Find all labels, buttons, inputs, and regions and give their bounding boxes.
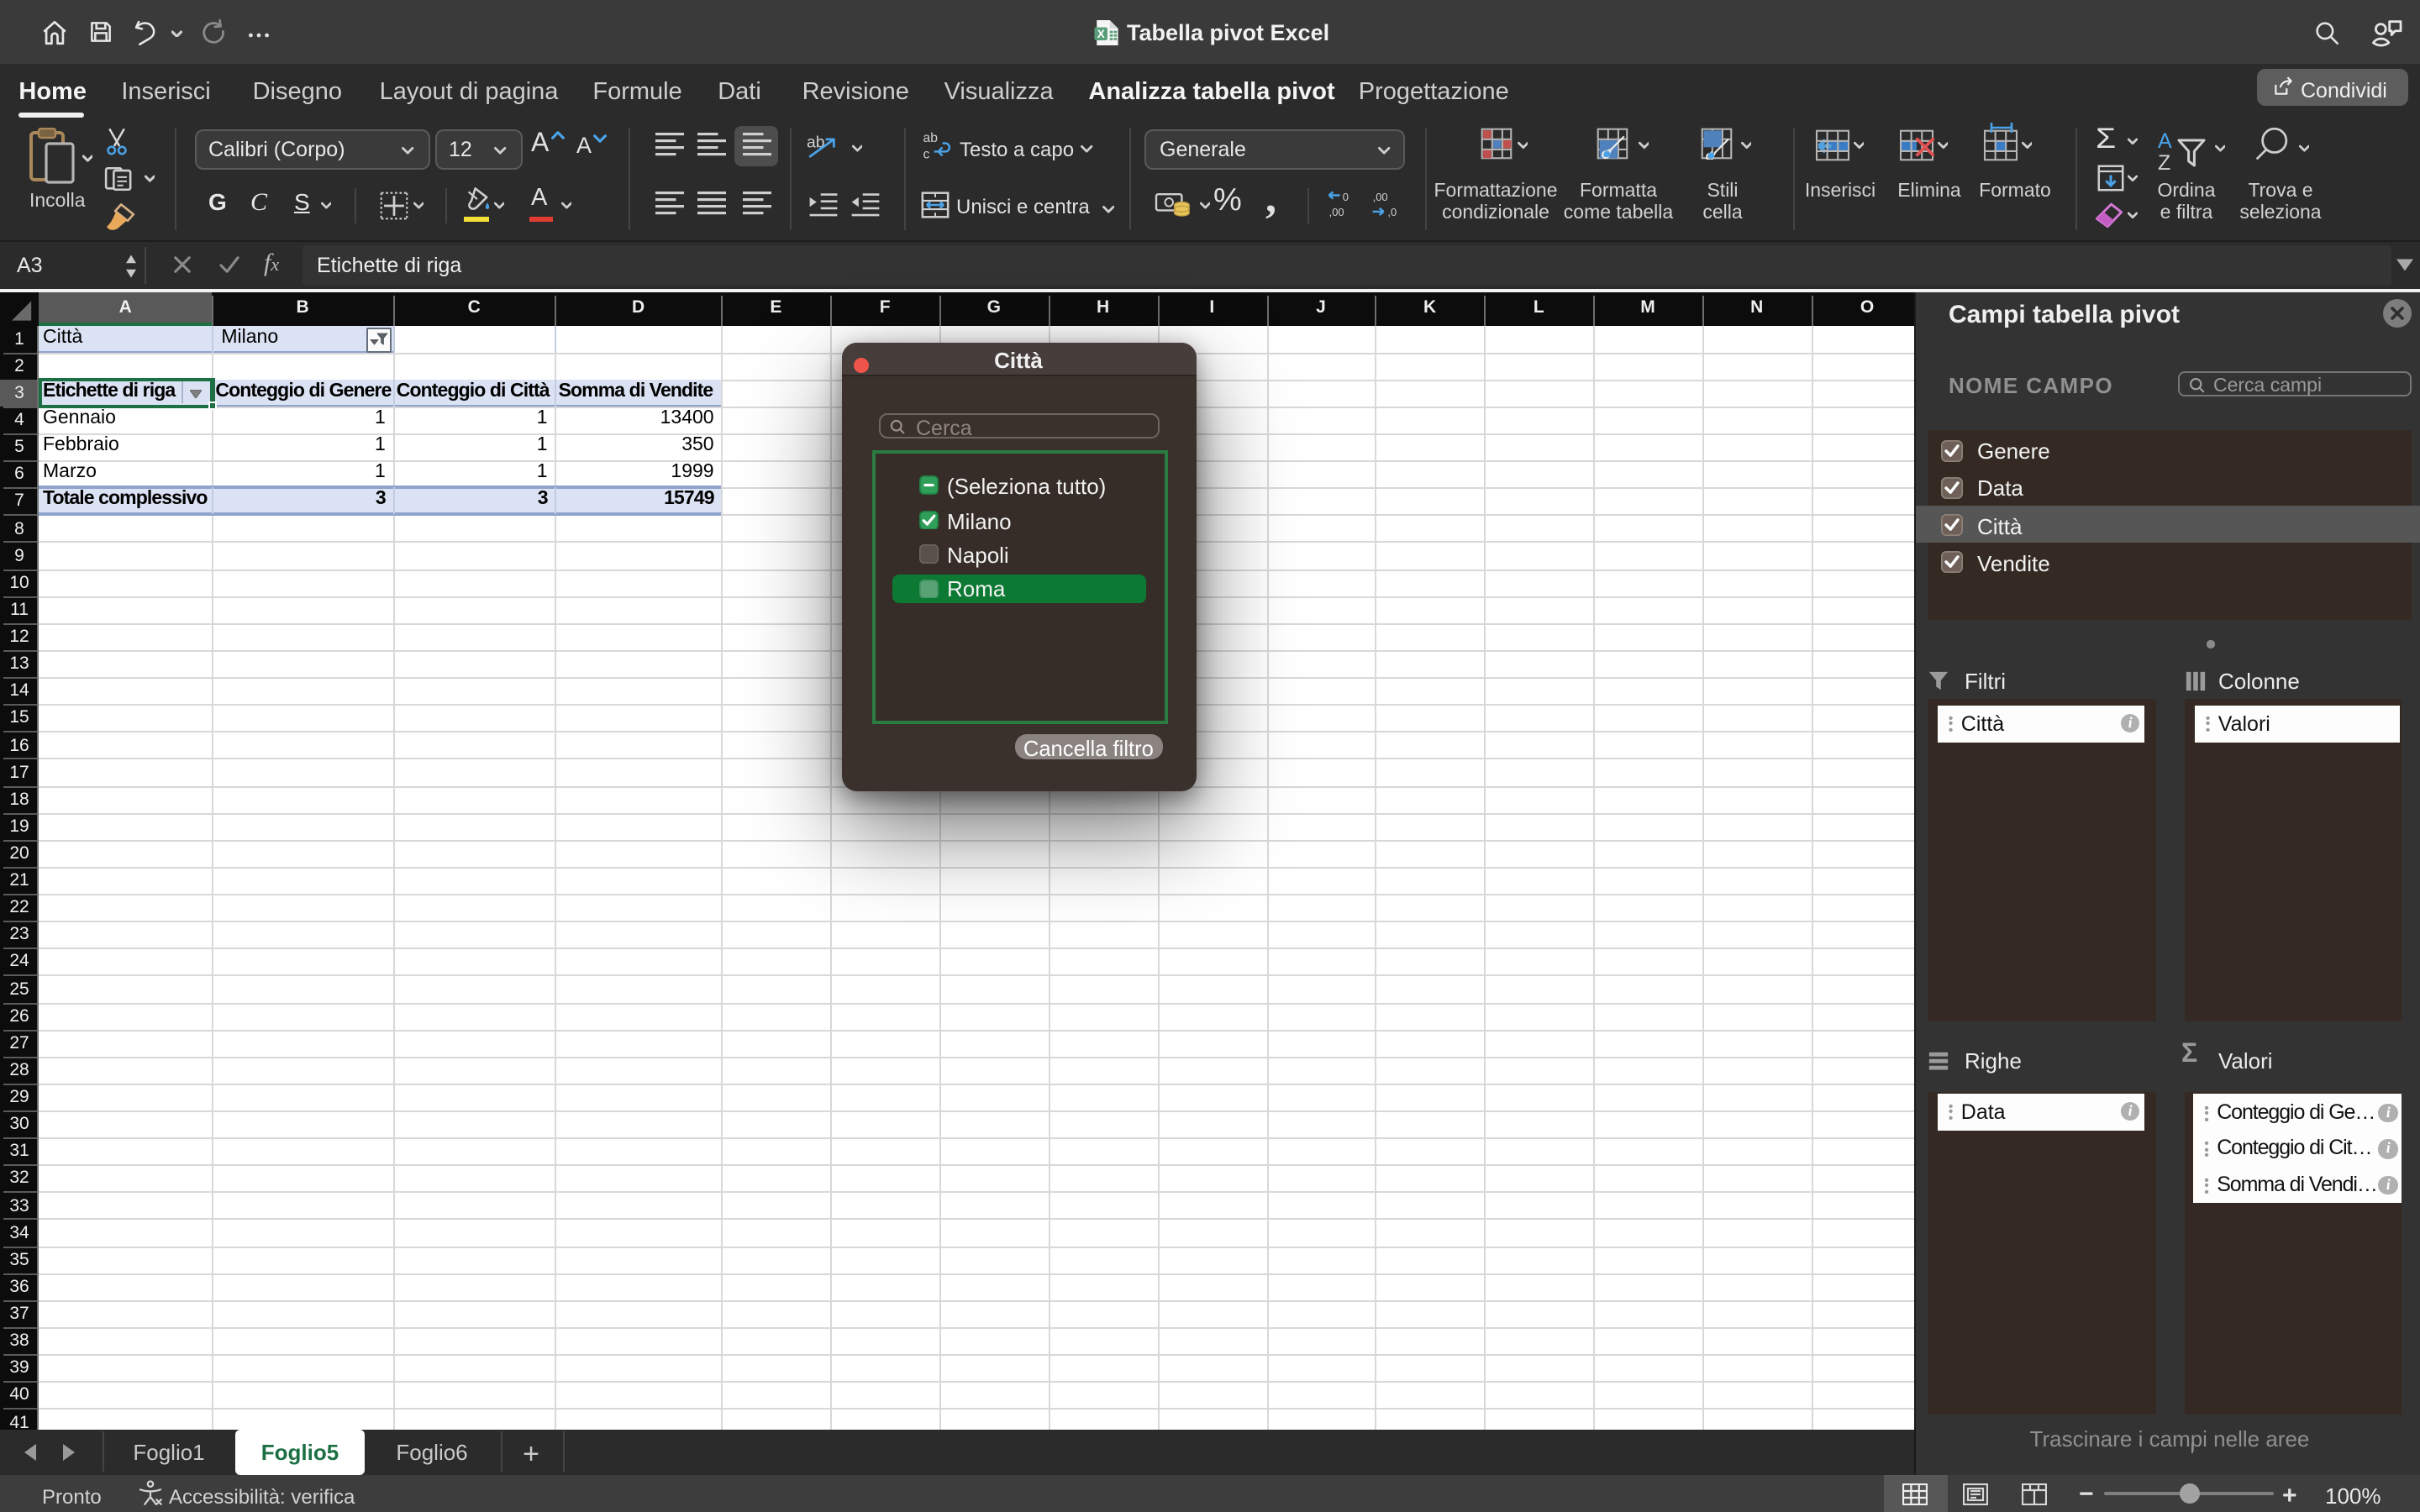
svg-text:0: 0 xyxy=(1343,191,1349,203)
svg-text:X: X xyxy=(1097,27,1105,39)
svg-text:Z: Z xyxy=(2158,151,2170,170)
svg-text:c: c xyxy=(923,148,929,161)
svg-text:,0: ,0 xyxy=(1386,206,1396,218)
svg-text:,00: ,00 xyxy=(1329,206,1344,218)
svg-text:A: A xyxy=(2158,129,2172,153)
svg-text:ab: ab xyxy=(923,131,938,145)
svg-text:,00: ,00 xyxy=(1372,191,1387,203)
